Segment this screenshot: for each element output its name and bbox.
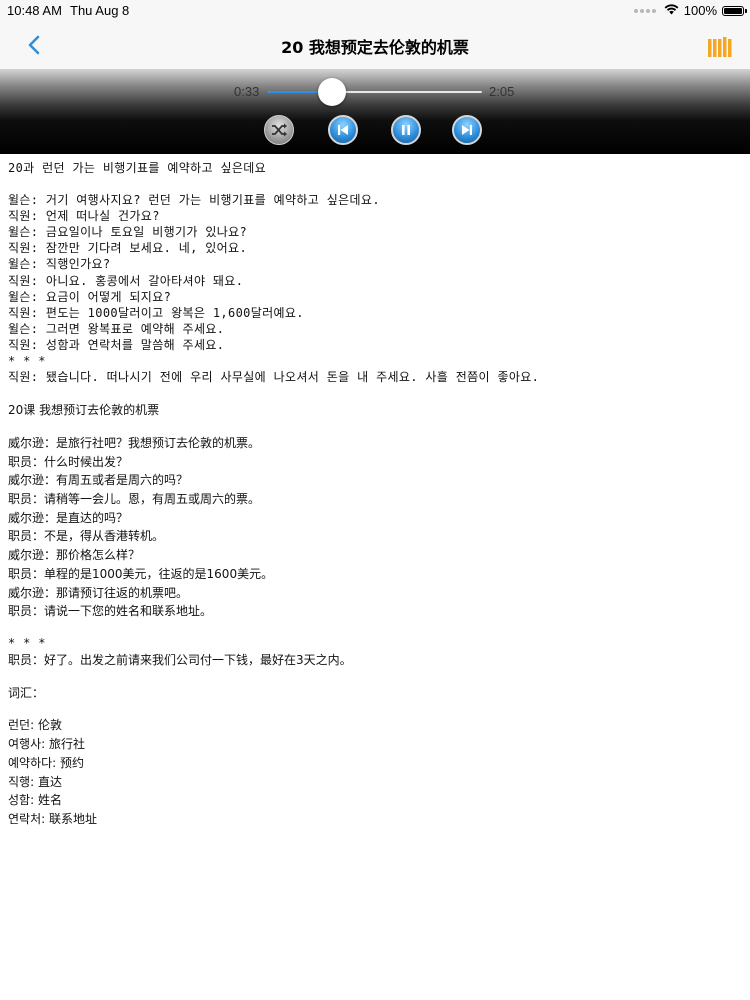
dialog-line: 윌슨: 거기 여행사지요? 런던 가는 비행기표를 예약하고 싶은데요.: [8, 193, 380, 208]
next-button[interactable]: [452, 115, 482, 145]
vocab-item: 성함: 姓名: [8, 793, 62, 808]
dialog-line: 윌슨: 요금이 어떻게 되지요?: [8, 289, 172, 304]
vocab-item: 런던: 伦敦: [8, 718, 62, 733]
vocab-item: 예약하다: 预约: [8, 755, 85, 770]
wifi-icon: [664, 3, 679, 18]
next-icon: [454, 117, 480, 143]
vocab-list: 런던: 伦敦 여행사: 旅行社 예약하다: 预约 직행: 直达 성함: 姓名 연락처: 联…: [8, 716, 742, 828]
dialog-line: 威尔逊：是旅行社吧？我想预订去伦敦的机票。: [8, 435, 261, 450]
status-time: 10:48 AM: [7, 3, 62, 18]
status-date: Thu Aug 8: [70, 3, 130, 18]
vocab-title: 词汇：: [8, 685, 45, 700]
dialog-line: 윌슨: 금요일이나 토요일 비행기가 있나요?: [8, 225, 248, 240]
shuffle-button[interactable]: [264, 115, 294, 145]
shuffle-icon: [265, 116, 293, 144]
dialog-line: 직원: 됐습니다. 떠나시기 전에 우리 사무실에 나오셔서 돈을 내 주세요.…: [8, 370, 540, 385]
dialog-line: 职员：请说一下您的姓名和联系地址。: [8, 604, 213, 619]
status-indicators: 100%: [633, 3, 747, 18]
dialog-line: 威尔逊：是直达的吗？: [8, 510, 129, 525]
status-bar: 10:48 AM Thu Aug 8 100%: [0, 0, 750, 22]
chinese-closing-line: 职员：好了。出发之前请来我们公司付一下钱，最好在3天之内。: [8, 653, 352, 668]
page-title: 20 我想预定去伦敦的机票: [281, 38, 469, 57]
dialog-line: 职员：不是，得从香港转机。: [8, 529, 165, 544]
vocab-item: 여행사: 旅行社: [8, 737, 85, 752]
audio-player: 0:33 2:05: [0, 70, 750, 154]
dialog-line: 威尔逊：那请预订往返的机票吧。: [8, 585, 189, 600]
previous-icon: [330, 117, 356, 143]
section-divider: * * *: [8, 635, 46, 650]
dialog-line: 职员：单程的是1000美元，往返的是1600美元。: [8, 566, 274, 581]
battery-percent: 100%: [683, 3, 717, 18]
dialog-line: 威尔逊：有周五或者是周六的吗？: [8, 473, 189, 488]
dialog-line: 직원: 언제 떠나실 건가요?: [8, 209, 160, 224]
dialog-line: 职员：什么时候出发？: [8, 454, 129, 469]
progress-thumb[interactable]: [318, 78, 347, 106]
chinese-lesson-title: 20课 我想预订去伦敦的机票: [8, 403, 160, 418]
dialog-line: 직원: 잠깐만 기다려 보세요. 네, 있어요.: [8, 241, 248, 256]
library-icon: [708, 37, 732, 61]
dialog-line: * * *: [8, 354, 46, 369]
dialog-line: 윌슨: 직행인가요?: [8, 257, 111, 272]
pause-icon: [393, 117, 419, 143]
dialog-line: 윌슨: 그러면 왕복표로 예약해 주세요.: [8, 321, 225, 336]
cellular-signal-icon: [633, 8, 656, 13]
vocab-item: 직행: 直达: [8, 774, 62, 789]
battery-icon: [722, 5, 747, 16]
dialog-line: 职员：请稍等一会儿。恩，有周五或周六的票。: [8, 492, 261, 507]
vocab-item: 연락처: 联系地址: [8, 811, 97, 826]
lesson-content: 20과 런던 가는 비행기표를 예약하고 싶은데요 윌슨: 거기 여행사지요? …: [8, 160, 742, 829]
chinese-dialog: 威尔逊：是旅行社吧？我想预订去伦敦的机票。 职员：什么时候出发？ 威尔逊：有周五或者…: [8, 434, 742, 621]
dialog-line: 威尔逊：那价格怎么样？: [8, 548, 141, 563]
previous-button[interactable]: [328, 115, 358, 145]
pause-button[interactable]: [391, 115, 421, 145]
elapsed-time: 0:33: [234, 84, 260, 99]
navigation-bar: 20 我想预定去伦敦的机票: [0, 22, 750, 70]
progress-slider[interactable]: [268, 78, 482, 106]
total-time: 2:05: [489, 84, 515, 99]
dialog-line: 직원: 성함과 연락처를 말씀해 주세요.: [8, 337, 225, 352]
dialog-line: 직원: 편도는 1000달러이고 왕복은 1,600달러예요.: [8, 305, 304, 320]
korean-lesson-title: 20과 런던 가는 비행기표를 예약하고 싶은데요: [8, 161, 267, 175]
dialog-line: 직원: 아니요. 홍콩에서 갈아타셔야 돼요.: [8, 273, 244, 288]
korean-dialog: 윌슨: 거기 여행사지요? 런던 가는 비행기표를 예약하고 싶은데요. 직원: …: [8, 192, 742, 385]
library-button[interactable]: [708, 37, 732, 57]
